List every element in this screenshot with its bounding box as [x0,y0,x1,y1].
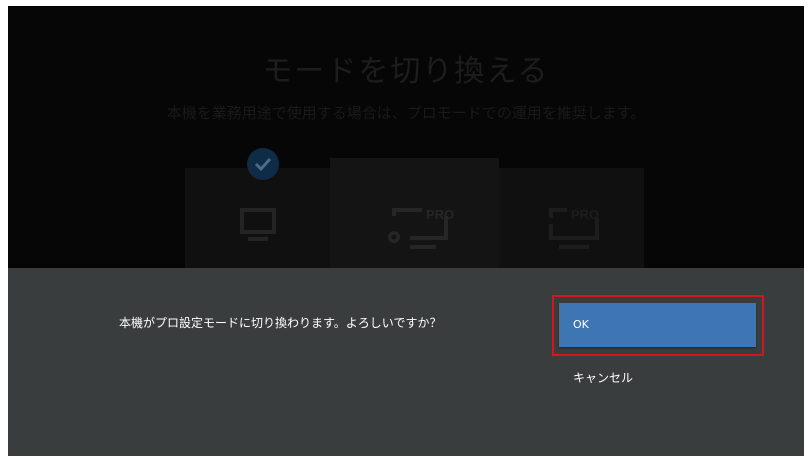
cancel-button[interactable]: キャンセル [573,369,633,386]
pro-display-icon: PRO [549,207,599,249]
pro-badge: PRO [426,207,454,222]
mode-card-pro-settings[interactable]: PRO [330,158,499,278]
mode-card-standard[interactable] [185,168,330,278]
checkmark-icon [254,157,272,172]
selected-check-badge [247,148,279,180]
confirm-dialog: 本機がプロ設定モードに切り換わります。よろしいですか？ OK キャンセル [8,268,804,456]
page-title: モードを切り換える [262,54,550,89]
mode-card-pro[interactable]: PRO [499,168,644,278]
ok-button[interactable]: OK [559,303,756,347]
dialog-message: 本機がプロ設定モードに切り換わります。よろしいですか？ [119,316,442,330]
pro-settings-display-icon: PRO [388,207,454,249]
pro-badge: PRO [571,207,599,222]
tv-icon [240,208,276,241]
page-subtitle: 本機を業務用途で使用する場合は、プロモードでの運用を推奨します。 [166,104,646,122]
tv-screen: モードを切り換える 本機を業務用途で使用する場合は、プロモードでの運用を推奨しま… [8,6,804,456]
